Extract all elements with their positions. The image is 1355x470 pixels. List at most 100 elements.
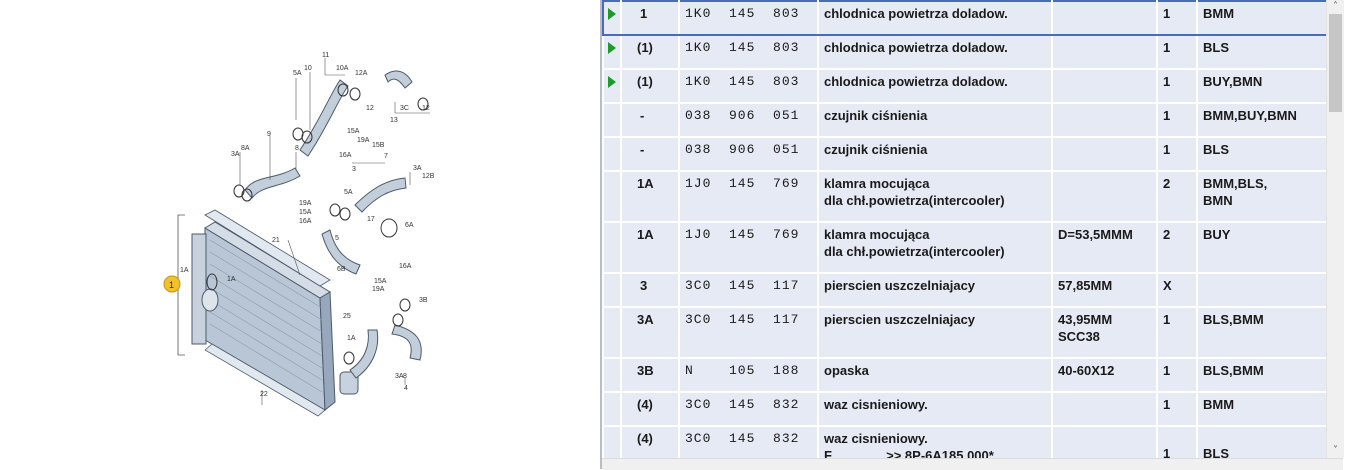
part-number-text: N 105 188 01 xyxy=(685,363,800,378)
callout-label: 5A xyxy=(344,189,353,196)
callout-label: 16A xyxy=(399,263,412,270)
quantity-cell: 1 xyxy=(1156,357,1198,393)
table-row[interactable]: (4) 3C0 145 832 D waz cisnieniowy. 1 BMM xyxy=(602,391,1326,427)
description-text: czujnik ciśnienia xyxy=(824,108,928,123)
table-row[interactable]: 3A 3C0 145 117 pierscien uszczelniajacy 43,… xyxy=(602,306,1326,359)
callout-label: 8 xyxy=(295,145,299,152)
description-text: dla chł.powietrza(intercooler) xyxy=(824,193,1005,208)
table-row[interactable]: (4) 3C0 145 832 D waz cisnieniowy. F >> 8P-… xyxy=(602,425,1326,458)
model-text: BMM,BUY,BMN xyxy=(1203,108,1297,123)
scroll-up-icon[interactable]: ˄ xyxy=(1327,0,1344,14)
description-text: chlodnica powietrza doladow. xyxy=(824,6,1008,21)
row-arrow-cell xyxy=(602,136,622,172)
table-row[interactable]: 3B N 105 188 01 opaska 40-60X12 1 BLS,BMM xyxy=(602,357,1326,393)
row-arrow-cell xyxy=(602,170,622,223)
expand-arrow-icon[interactable] xyxy=(608,41,616,54)
quantity-text: 1 xyxy=(1163,397,1171,412)
description-cell: pierscien uszczelniajacy xyxy=(817,306,1053,359)
spec-text: SCC38 xyxy=(1058,329,1100,344)
part-number-cell: 3C0 145 832 D xyxy=(678,425,819,458)
callout-label: 16A xyxy=(299,218,312,225)
scroll-down-icon[interactable]: ˅ xyxy=(1327,444,1344,458)
callout-label: 15B xyxy=(372,142,385,149)
spec-cell xyxy=(1051,136,1158,172)
spec-text: 57,85MM xyxy=(1058,278,1113,293)
quantity-cell: 1 xyxy=(1156,68,1198,104)
callout-label: 7 xyxy=(384,153,388,160)
table-row[interactable]: 1A 1J0 145 769 H klamra mocująca dla chł.po… xyxy=(602,170,1326,223)
table-row[interactable]: 3 3C0 145 117 F pierscien uszczelniajacy 57… xyxy=(602,272,1326,308)
callout-label: 3A xyxy=(413,165,422,172)
table-row[interactable]: (1) 1K0 145 803 Q chlodnica powietrza dola… xyxy=(602,34,1326,70)
part-number-text: 1K0 145 803 Q xyxy=(685,40,818,55)
callout-label: 12 xyxy=(422,105,430,112)
expand-arrow-icon[interactable] xyxy=(608,75,616,88)
row-arrow-cell xyxy=(602,391,622,427)
parts-table-panel: 1 1K0 145 803 R chlodnica powietrza dolado… xyxy=(602,0,1326,458)
quantity-cell: 2 xyxy=(1156,170,1198,223)
table-row[interactable]: 1 1K0 145 803 R chlodnica powietrza dolado… xyxy=(602,0,1326,36)
model-cell: BUY xyxy=(1196,221,1326,274)
part-number-cell: 3C0 145 117 F xyxy=(678,272,819,308)
callout-label: 10A xyxy=(336,65,349,72)
spec-cell xyxy=(1051,34,1158,70)
description-text: chlodnica powietrza doladow. xyxy=(824,40,1008,55)
callout-label: 5A xyxy=(293,70,302,77)
description-cell: opaska xyxy=(817,357,1053,393)
callout-label: 21 xyxy=(272,237,280,244)
position-cell: 3B xyxy=(620,357,680,393)
spec-cell xyxy=(1051,391,1158,427)
row-arrow-cell xyxy=(602,425,622,458)
model-cell: BLS,BMM xyxy=(1196,306,1326,359)
part-number-text: 3C0 145 832 D xyxy=(685,397,818,412)
part-number-cell: 1K0 145 803 Q xyxy=(678,34,819,70)
callout-label: 19A xyxy=(372,286,385,293)
expand-arrow-icon[interactable] xyxy=(608,7,616,20)
callout-label: 8 xyxy=(403,373,407,380)
callout-label: 12B xyxy=(422,173,435,180)
spec-cell xyxy=(1051,68,1158,104)
table-row[interactable]: - 038 906 051 C czujnik ciśnienia 1 BMM,BUY,… xyxy=(602,102,1326,138)
model-cell: BMM,BUY,BMN xyxy=(1196,102,1326,138)
description-cell: chlodnica powietrza doladow. xyxy=(817,0,1053,36)
horizontal-scrollbar[interactable] xyxy=(602,458,1343,470)
vertical-scrollbar[interactable]: ˄ ˅ xyxy=(1326,0,1344,458)
quantity-text: 1 xyxy=(1163,312,1171,327)
quantity-cell: 1 xyxy=(1156,391,1198,427)
part-number-text: 1J0 145 769 D xyxy=(685,227,818,242)
quantity-text: 1 xyxy=(1163,40,1171,55)
part-number-cell: N 105 188 01 xyxy=(678,357,819,393)
position-text: (4) xyxy=(637,397,653,412)
row-arrow-cell xyxy=(602,0,622,36)
quantity-cell: 2 xyxy=(1156,221,1198,274)
quantity-text: 1 xyxy=(1163,108,1171,123)
quantity-cell: 1 xyxy=(1156,34,1198,70)
model-cell: BLS xyxy=(1196,425,1326,458)
part-number-text: 1J0 145 769 H xyxy=(685,176,818,191)
scroll-thumb[interactable] xyxy=(1329,14,1342,112)
callout-label: 10 xyxy=(304,65,312,72)
callout-label: 8A xyxy=(241,145,250,152)
part-number-text: 038 906 051 B xyxy=(685,142,818,157)
description-cell: czujnik ciśnienia xyxy=(817,102,1053,138)
table-row[interactable]: - 038 906 051 B czujnik ciśnienia 1 BLS xyxy=(602,136,1326,172)
description-text: klamra mocująca xyxy=(824,176,930,191)
spec-text: 40-60X12 xyxy=(1058,363,1115,378)
quantity-text: 1 xyxy=(1163,6,1171,21)
model-text: BUY,BMN xyxy=(1203,74,1263,89)
model-text: BLS xyxy=(1203,40,1229,55)
quantity-text: 2 xyxy=(1163,227,1171,242)
description-text: czujnik ciśnienia xyxy=(824,142,928,157)
part-number-text: 3C0 145 832 D xyxy=(685,431,818,446)
spec-cell xyxy=(1051,425,1158,458)
parts-diagram[interactable]: 11 10A 12A 5A 10 12 3C 12 13 9 15A 19A 15B 3A 8A 8 16A 7 3… xyxy=(0,0,600,469)
model-cell: BLS,BMM xyxy=(1196,357,1326,393)
model-cell: BLS xyxy=(1196,34,1326,70)
callout-label: 1A xyxy=(227,276,236,283)
spec-cell xyxy=(1051,170,1158,223)
table-row[interactable]: 1A 1J0 145 769 D klamra mocująca dla chł.po… xyxy=(602,221,1326,274)
part-number-cell: 1K0 145 803 R xyxy=(678,0,819,36)
position-text: 1A xyxy=(637,227,654,242)
quantity-text: 2 xyxy=(1163,176,1171,191)
table-row[interactable]: (1) 1K0 145 803 T chlodnica powietrza dola… xyxy=(602,68,1326,104)
